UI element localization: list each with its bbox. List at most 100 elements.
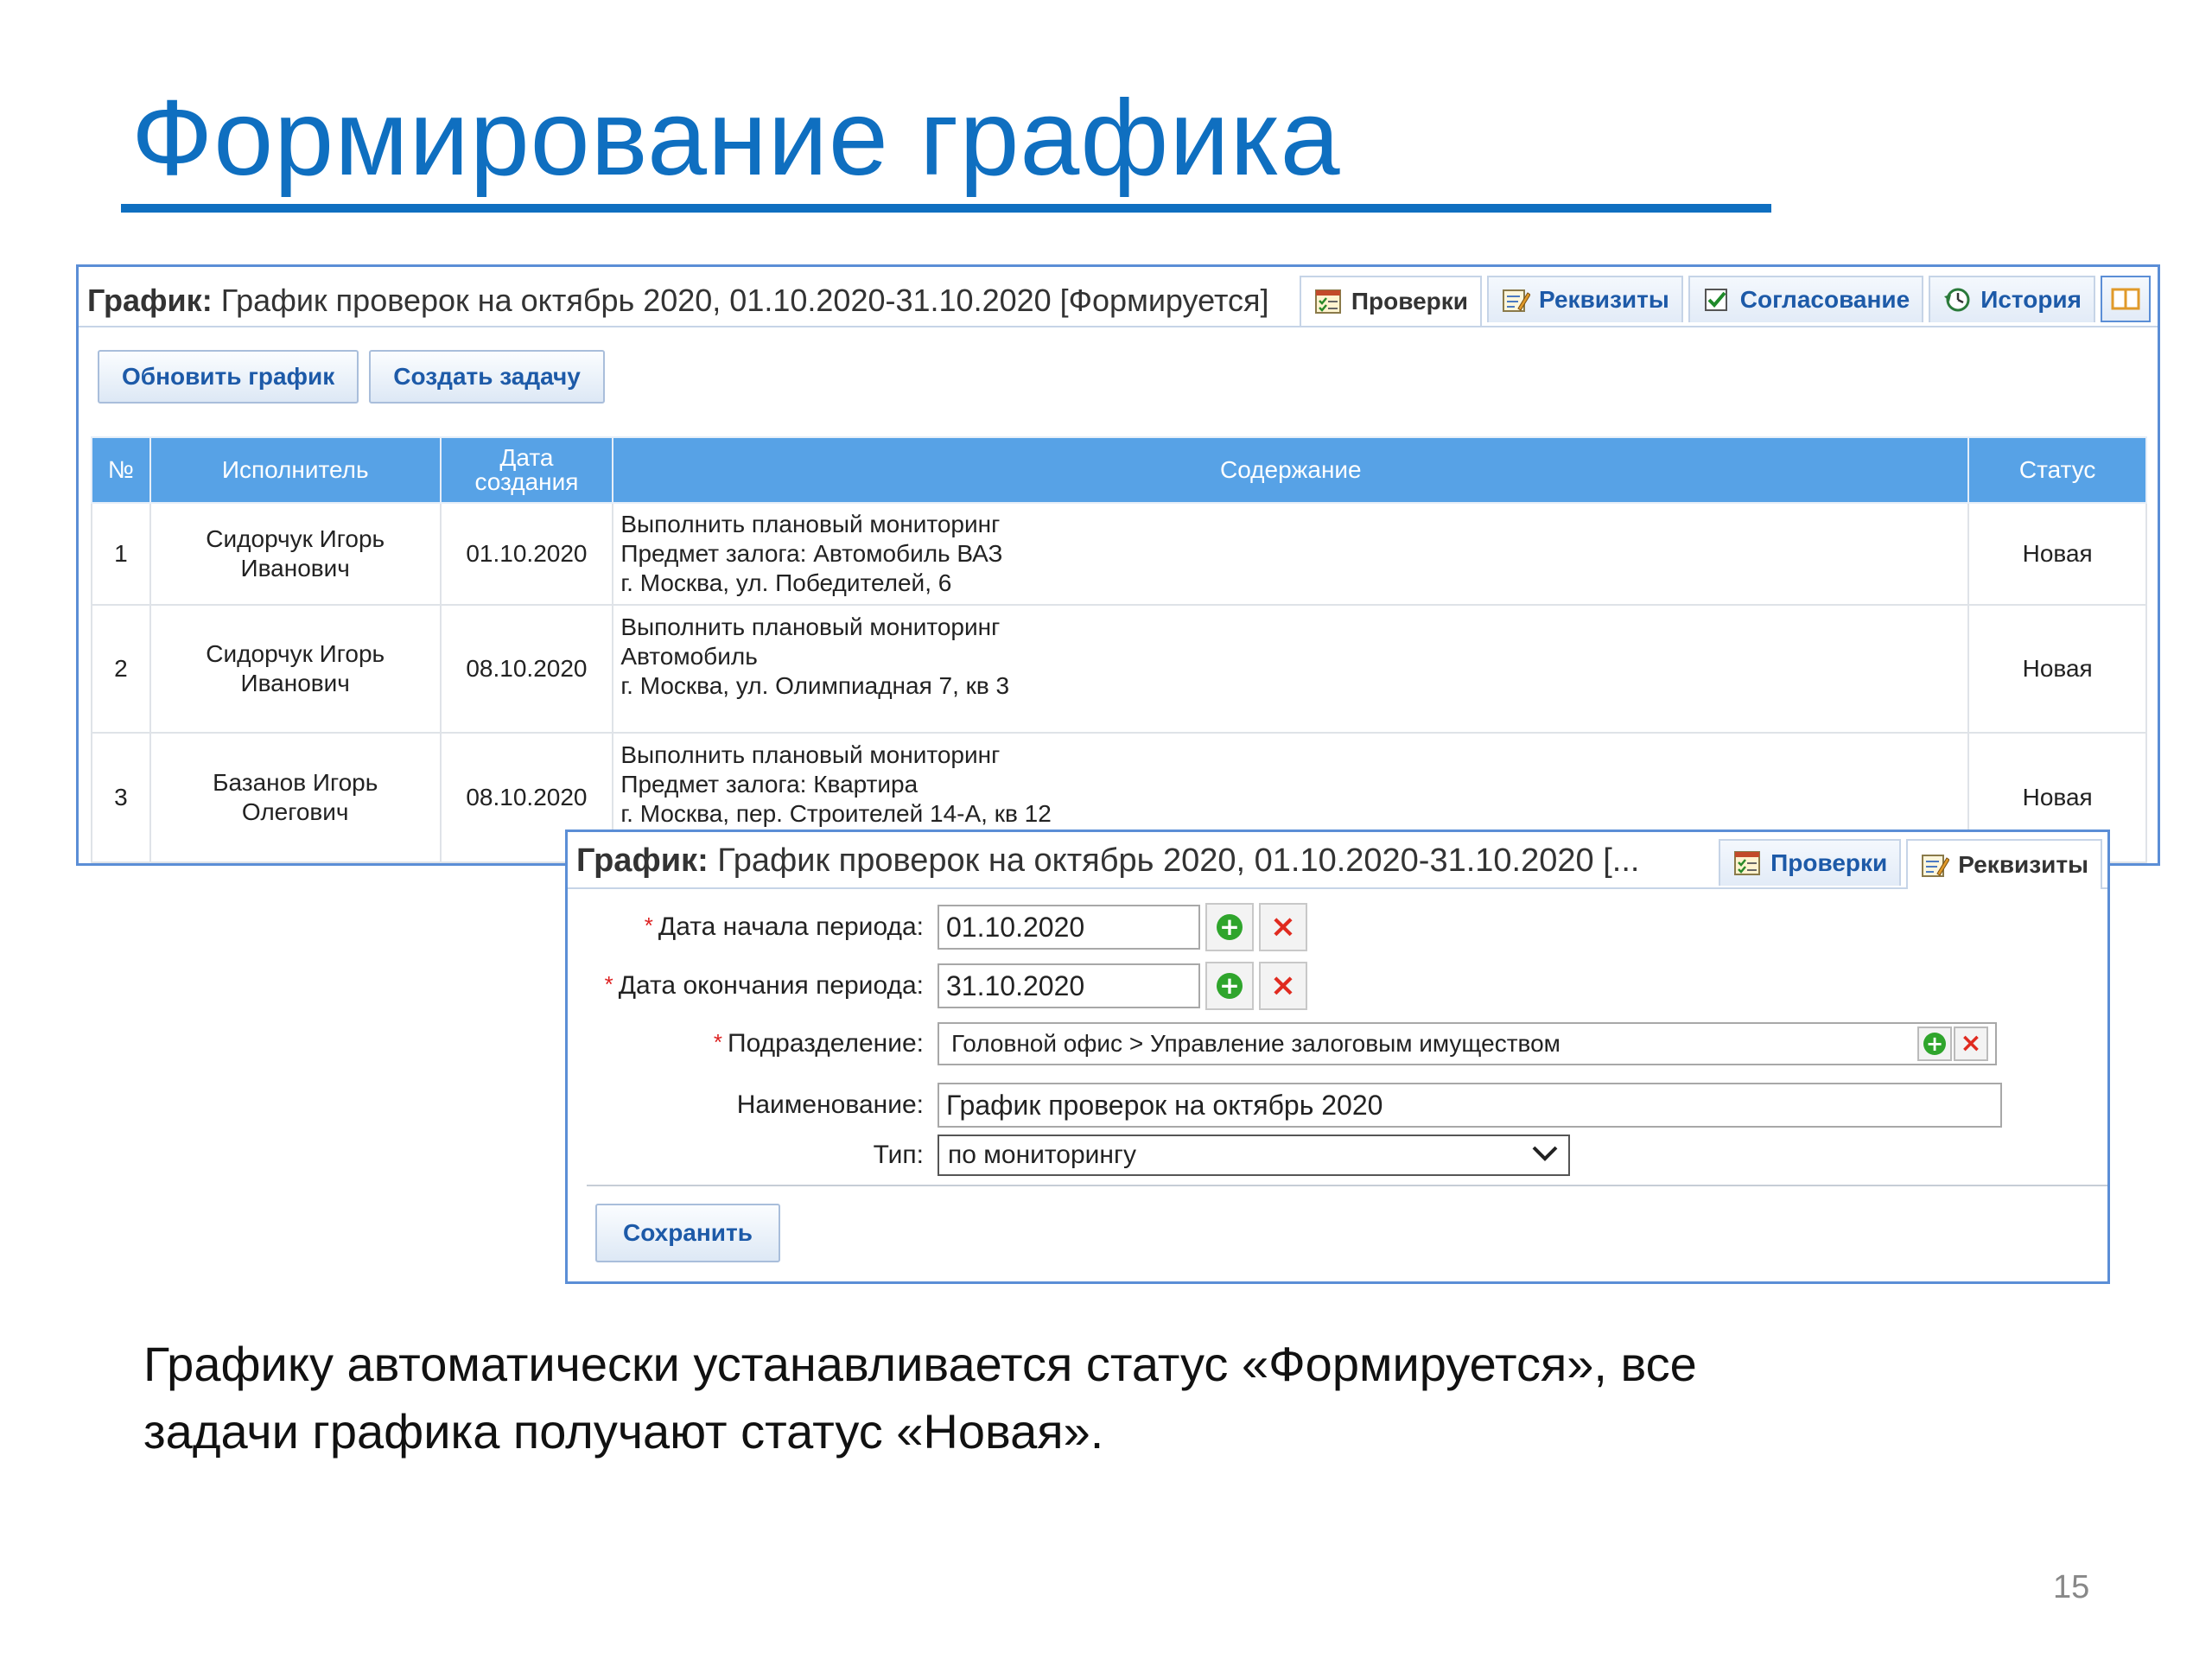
cell-executor: Сидорчук Игорь Иванович [149, 604, 442, 734]
start-date-label: * Дата начала периода: [568, 912, 938, 942]
close-icon: × [1269, 968, 1297, 1003]
requisites-window: График: График проверок на октябрь 2020,… [565, 830, 2110, 1284]
cell-date: 01.10.2020 [439, 502, 614, 606]
end-date-clear-button[interactable]: × [1259, 962, 1307, 1010]
schedule-toolbar: Обновить график Создать задачу [98, 350, 605, 404]
tab-approval-label: Согласование [1739, 286, 1910, 313]
name-input[interactable]: График проверок на октябрь 2020 [938, 1083, 2002, 1128]
cell-num: 1 [91, 502, 151, 606]
header-date-line2: создания [474, 468, 579, 495]
cell-date: 08.10.2020 [439, 604, 614, 734]
history-icon [1942, 286, 1972, 314]
add-icon: + [1217, 973, 1243, 999]
executor-line2: Иванович [240, 555, 350, 582]
cell-content: Выполнить плановый мониторинг Автомобиль г… [612, 604, 1970, 734]
end-date-input[interactable]: 31.10.2020 [938, 963, 1200, 1008]
tab-checks[interactable]: Проверки [1299, 276, 1482, 326]
tab-approval[interactable]: Согласование [1688, 276, 1924, 322]
type-label: Тип: [873, 1141, 924, 1169]
cell-executor: Базанов Игорь Олегович [149, 732, 442, 863]
tasks-table: № Исполнитель Дата создания Содержание Ст… [91, 436, 2147, 863]
checklist-icon [1732, 849, 1762, 877]
required-mark: * [713, 1029, 723, 1055]
checklist-icon [1313, 288, 1343, 315]
tab-requisites[interactable]: Реквизиты [1487, 276, 1683, 322]
end-date-label: * Дата окончания периода: [568, 971, 938, 1001]
edit-document-icon [1501, 286, 1531, 314]
add-icon: + [1217, 914, 1243, 940]
division-row: * Подразделение: Головной офис > Управлен… [568, 1022, 1997, 1065]
division-clear-button[interactable]: × [1954, 1027, 1988, 1061]
tab-requisites-label: Реквизиты [1539, 286, 1669, 313]
end-date-label-text: Дата окончания периода: [618, 971, 924, 1000]
division-add-button[interactable]: + [1917, 1027, 1952, 1061]
start-date-clear-button[interactable]: × [1259, 903, 1307, 951]
table-header-row: № Исполнитель Дата создания Содержание Ст… [91, 436, 2147, 504]
required-mark: * [604, 971, 613, 997]
table-row[interactable]: 1 Сидорчук Игорь Иванович 01.10.2020 Выпо… [91, 502, 2147, 606]
tab-requisites[interactable]: Реквизиты [1906, 839, 2102, 889]
tab-checks[interactable]: Проверки [1719, 839, 1902, 886]
content-line3: г. Москва, ул. Олимпиадная 7, кв 3 [620, 672, 1010, 699]
cell-num: 3 [91, 732, 151, 863]
header-date-line1: Дата [499, 444, 554, 471]
tab-history[interactable]: История [1929, 276, 2095, 322]
header-date[interactable]: Дата создания [439, 436, 614, 504]
caption-prefix: График: [576, 842, 709, 879]
requisites-tabs: Проверки Реквизиты [1719, 839, 2102, 889]
refresh-schedule-button[interactable]: Обновить график [98, 350, 359, 404]
cell-status: Новая [1967, 604, 2147, 734]
chevron-down-icon [1530, 1141, 1560, 1170]
content-line2: Автомобиль [620, 643, 758, 670]
split-panel-icon [2111, 285, 2140, 313]
content-line2: Предмет залога: Автомобиль ВАЗ [620, 540, 1003, 567]
executor-line1: Базанов Игорь [213, 769, 378, 796]
content-line2: Предмет залога: Квартира [620, 771, 918, 798]
slide-body: Графику автоматически устанавливается ст… [143, 1331, 2044, 1465]
schedule-caption: График: График проверок на октябрь 2020,… [87, 283, 1269, 319]
cell-executor: Сидорчук Игорь Иванович [149, 502, 442, 606]
header-num[interactable]: № [91, 436, 151, 504]
tab-checks-label: Проверки [1351, 288, 1468, 315]
table-row[interactable]: 2 Сидорчук Игорь Иванович 08.10.2020 Выпо… [91, 604, 2147, 734]
checkbox-icon [1702, 286, 1732, 314]
split-view-button[interactable] [2101, 276, 2151, 322]
start-date-label-text: Дата начала периода: [658, 912, 924, 941]
form-divider [587, 1185, 2107, 1186]
create-task-button[interactable]: Создать задачу [369, 350, 605, 404]
tab-checks-label: Проверки [1770, 849, 1888, 876]
content-line1: Выполнить плановый мониторинг [620, 613, 1001, 640]
caption-text: График проверок на октябрь 2020, 01.10.2… [708, 842, 1640, 879]
executor-line1: Сидорчук Игорь [206, 640, 385, 667]
division-field[interactable]: Головной офис > Управление залоговым иму… [938, 1022, 1997, 1065]
end-date-row: * Дата окончания периода: 31.10.2020 + × [568, 962, 1307, 1010]
title-underline [121, 204, 1771, 213]
header-status[interactable]: Статус [1967, 436, 2147, 504]
start-date-pick-button[interactable]: + [1205, 903, 1254, 951]
end-date-pick-button[interactable]: + [1205, 962, 1254, 1010]
header-content[interactable]: Содержание [612, 436, 1970, 504]
schedule-window: График: График проверок на октябрь 2020,… [76, 264, 2160, 866]
content-line3: г. Москва, ул. Победителей, 6 [620, 569, 952, 596]
type-value: по мониторингу [948, 1141, 1136, 1169]
start-date-input[interactable]: 01.10.2020 [938, 905, 1200, 950]
name-label: Наименование: [736, 1090, 924, 1119]
edit-document-icon [1920, 851, 1950, 879]
content-line1: Выполнить плановый мониторинг [620, 741, 1001, 768]
requisites-window-header: График: График проверок на октябрь 2020,… [568, 832, 2107, 889]
executor-line1: Сидорчук Игорь [206, 525, 385, 552]
executor-line2: Олегович [241, 798, 349, 825]
save-button[interactable]: Сохранить [595, 1204, 780, 1262]
division-value: Головной офис > Управление залоговым иму… [951, 1030, 1560, 1057]
header-executor[interactable]: Исполнитель [149, 436, 442, 504]
schedule-window-header: График: График проверок на октябрь 2020,… [79, 267, 2158, 327]
body-line2: задачи графика получают статус «Новая». [143, 1404, 1104, 1459]
type-select[interactable]: по мониторингу [938, 1135, 1570, 1176]
executor-line2: Иванович [240, 670, 350, 696]
schedule-tabs: Проверки Реквизиты Согласование История [1299, 276, 2151, 326]
division-label: * Подразделение: [568, 1029, 938, 1058]
close-icon: × [1960, 1028, 1982, 1058]
division-actions: + × [1917, 1027, 1988, 1061]
page-number: 15 [2053, 1569, 2090, 1605]
start-date-row: * Дата начала периода: 01.10.2020 + × [568, 903, 1307, 951]
